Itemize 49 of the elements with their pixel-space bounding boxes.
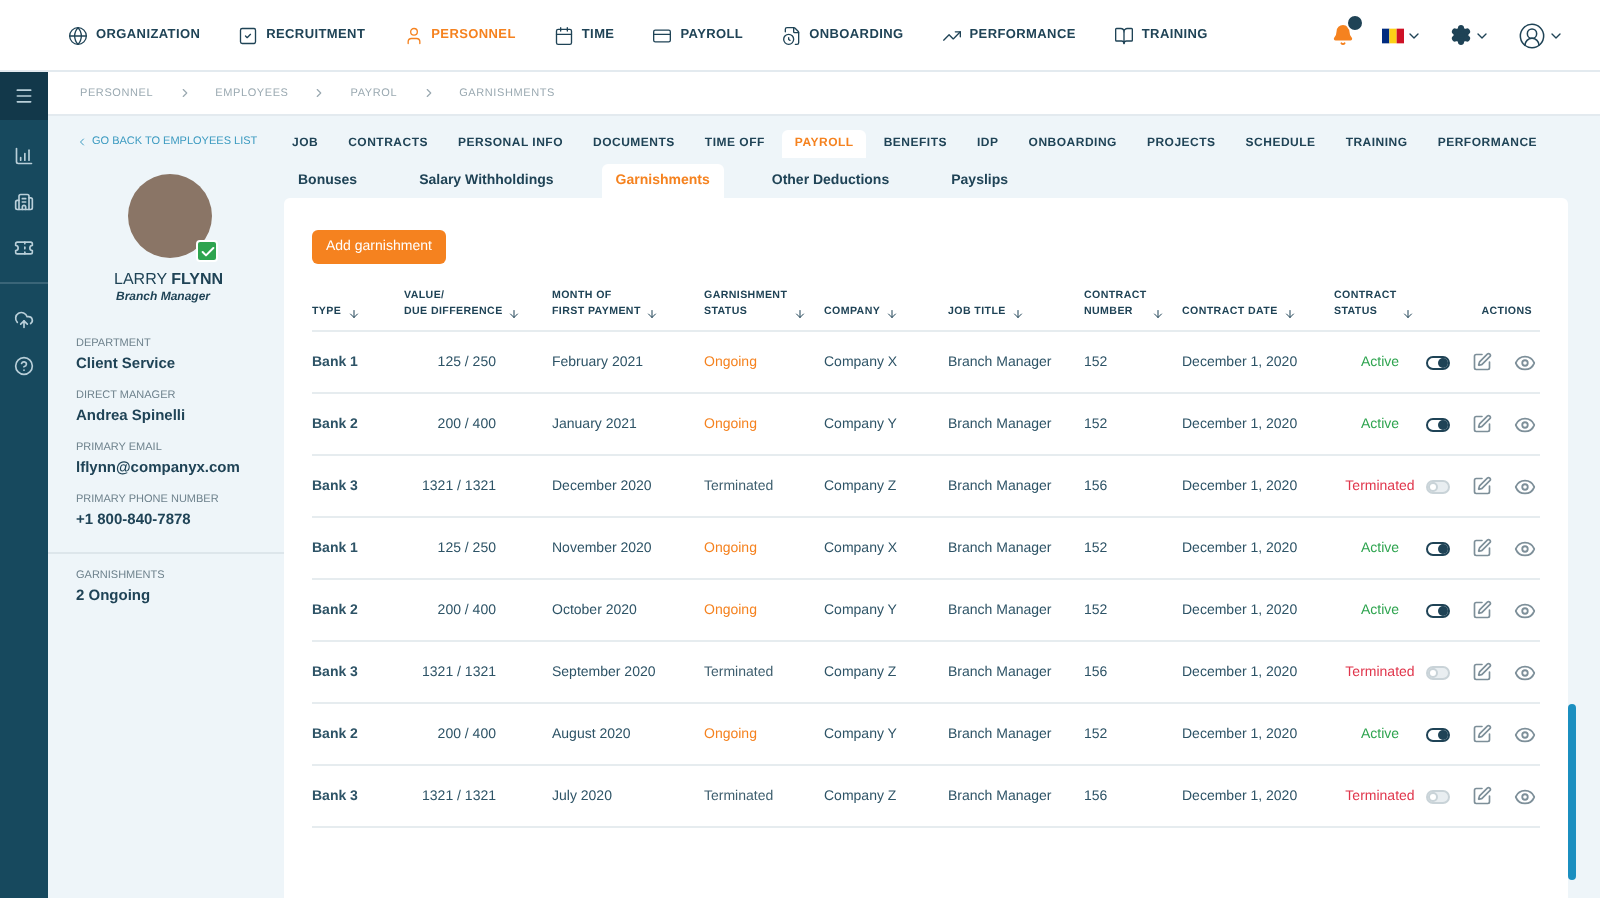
edit-icon[interactable]	[1472, 476, 1492, 496]
view-eye-icon[interactable]	[1514, 351, 1536, 373]
scrollbar[interactable]	[1568, 704, 1576, 880]
sort-arrow-icon[interactable]	[347, 308, 360, 320]
menu-icon[interactable]	[14, 86, 34, 106]
edit-icon[interactable]	[1472, 724, 1492, 744]
toggle-switch[interactable]	[1426, 541, 1450, 555]
flag-icon[interactable]	[1382, 27, 1404, 43]
sort-arrow-icon[interactable]	[508, 308, 521, 320]
sort-arrow-icon[interactable]	[1402, 308, 1415, 320]
toggle-switch[interactable]	[1426, 727, 1450, 741]
user-icon	[403, 25, 424, 45]
globe-icon	[68, 25, 88, 45]
view-eye-icon[interactable]	[1514, 723, 1536, 745]
book-icon	[1113, 25, 1134, 45]
toggle-switch[interactable]	[1426, 417, 1450, 431]
edit-icon[interactable]	[1472, 662, 1492, 682]
edit-icon[interactable]	[1472, 786, 1492, 806]
toggle-switch[interactable]	[1426, 355, 1450, 369]
view-eye-icon[interactable]	[1514, 785, 1536, 807]
trend-icon	[941, 25, 962, 45]
calendar-icon	[553, 25, 574, 45]
edit-icon[interactable]	[1472, 414, 1492, 434]
document-clock-icon	[781, 25, 802, 45]
view-eye-icon[interactable]	[1514, 413, 1536, 435]
edit-icon[interactable]	[1472, 538, 1492, 558]
view-eye-icon[interactable]	[1514, 599, 1536, 621]
chevron-right-icon	[421, 86, 436, 100]
sort-arrow-icon[interactable]	[1283, 308, 1296, 320]
card-icon	[652, 25, 673, 45]
sort-arrow-icon[interactable]	[793, 308, 806, 320]
chevron-right-icon	[312, 86, 327, 100]
edit-icon[interactable]	[1472, 352, 1492, 372]
sort-arrow-icon[interactable]	[1011, 308, 1024, 320]
toggle-switch[interactable]	[1426, 603, 1450, 617]
view-eye-icon[interactable]	[1514, 537, 1536, 559]
sort-arrow-icon[interactable]	[646, 308, 659, 320]
view-eye-icon[interactable]	[1514, 475, 1536, 497]
menu-button[interactable]	[0, 72, 48, 120]
edit-icon[interactable]	[1472, 600, 1492, 620]
employee-name: LARRY FLYNN	[114, 270, 226, 288]
checkbox-icon	[238, 25, 259, 45]
sort-arrow-icon[interactable]	[1152, 308, 1165, 320]
user-avatar-icon[interactable]	[1518, 21, 1546, 49]
view-eye-icon[interactable]	[1514, 661, 1536, 683]
chevron-right-icon	[177, 86, 192, 100]
settings-icon[interactable]	[1450, 24, 1472, 46]
sort-arrow-icon[interactable]	[886, 308, 899, 320]
photo-placeholder	[128, 174, 212, 258]
